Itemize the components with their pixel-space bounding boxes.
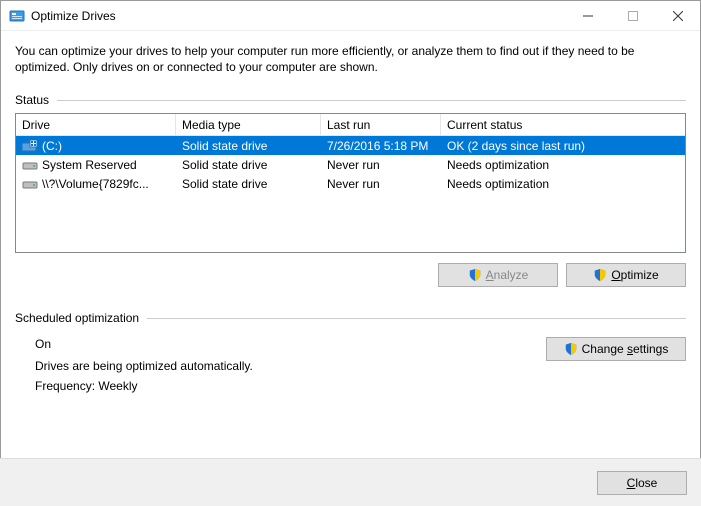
table-row[interactable]: (C:) Solid state drive7/26/2016 5:18 PMOK… (16, 136, 685, 155)
table-body: (C:)Solid state drive7/26/2016 5:18 PMOK… (16, 136, 685, 193)
status-section-label: Status (15, 93, 686, 107)
window-title: Optimize Drives (31, 9, 116, 23)
close-button[interactable]: Close (597, 471, 687, 495)
scheduled-label-text: Scheduled optimization (15, 311, 139, 325)
titlebar: Optimize Drives (1, 1, 700, 31)
col-last[interactable]: Last run (321, 114, 441, 136)
separator (147, 318, 686, 319)
drive-last-run: Never run (321, 158, 441, 172)
close-window-button[interactable] (655, 1, 700, 30)
drive-media: Solid state drive (176, 139, 321, 153)
maximize-button[interactable] (610, 1, 655, 30)
table-row[interactable]: \\?\Volume{7829fc... Solid state driveNev… (16, 174, 685, 193)
drive-name: System Reserved (42, 158, 137, 172)
table-header: Drive Media type Last run Current status (16, 114, 685, 136)
scheduled-state: On (35, 337, 546, 351)
drive-name: \\?\Volume{7829fc... (42, 177, 149, 191)
shield-icon (593, 268, 607, 282)
hdd-icon (22, 178, 38, 190)
drive-status: Needs optimization (441, 177, 685, 191)
hdd-icon (22, 159, 38, 171)
optimize-label: Optimize (611, 268, 658, 282)
intro-text: You can optimize your drives to help you… (15, 43, 686, 75)
scheduled-section-label: Scheduled optimization (15, 311, 686, 325)
shield-icon (564, 342, 578, 356)
close-label: Close (627, 476, 658, 490)
analyze-label: Analyze (486, 268, 529, 282)
analyze-button[interactable]: Analyze (438, 263, 558, 287)
separator (57, 100, 686, 101)
shield-icon (468, 268, 482, 282)
col-status[interactable]: Current status (441, 114, 685, 136)
scheduled-freq: Frequency: Weekly (35, 379, 546, 393)
minimize-button[interactable] (565, 1, 610, 30)
drive-name: (C:) (42, 139, 62, 153)
change-settings-button[interactable]: Change settings (546, 337, 686, 361)
status-label-text: Status (15, 93, 49, 107)
col-drive[interactable]: Drive (16, 114, 176, 136)
scheduled-desc: Drives are being optimized automatically… (35, 359, 546, 373)
drive-media: Solid state drive (176, 177, 321, 191)
drives-table: Drive Media type Last run Current status… (15, 113, 686, 253)
col-media[interactable]: Media type (176, 114, 321, 136)
drive-last-run: Never run (321, 177, 441, 191)
drive-status: OK (2 days since last run) (441, 139, 685, 153)
os-drive-icon (22, 140, 38, 152)
drive-status: Needs optimization (441, 158, 685, 172)
footer: Close (0, 458, 701, 506)
optimize-button[interactable]: Optimize (566, 263, 686, 287)
drive-media: Solid state drive (176, 158, 321, 172)
drive-last-run: 7/26/2016 5:18 PM (321, 139, 441, 153)
table-row[interactable]: System Reserved Solid state driveNever ru… (16, 155, 685, 174)
change-settings-label: Change settings (582, 342, 669, 356)
app-icon (9, 8, 25, 24)
